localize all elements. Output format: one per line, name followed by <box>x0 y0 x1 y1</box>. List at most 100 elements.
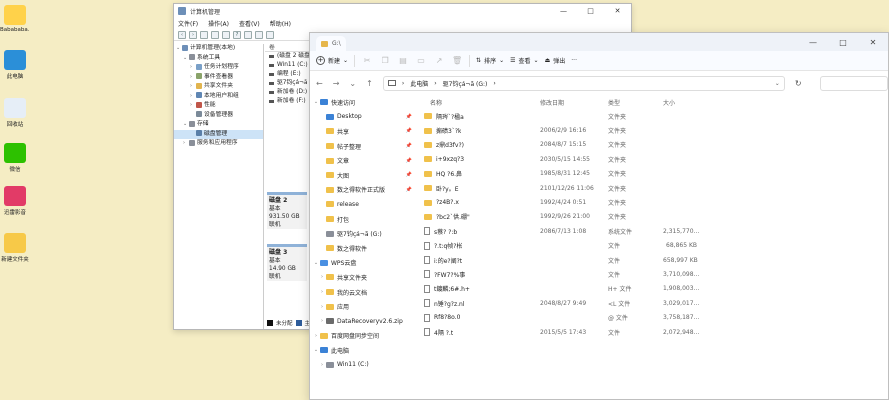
cut-icon[interactable]: ✂ <box>361 56 373 66</box>
menu-item[interactable]: 帮助(H) <box>270 19 291 28</box>
up-icon[interactable] <box>200 30 208 39</box>
refresh-icon[interactable]: ↻ <box>795 79 802 88</box>
chevron-icon[interactable]: › <box>318 318 326 324</box>
tree-item[interactable]: ⌄ 存储 <box>174 120 263 130</box>
tree-item[interactable]: › 事件查看器 <box>174 73 263 83</box>
refresh-icon[interactable] <box>244 30 252 39</box>
chevron-icon[interactable]: › <box>312 333 320 339</box>
nav-item[interactable]: › 我的云文档 <box>310 285 420 300</box>
desktop-icon[interactable]: 此电脑 <box>0 50 30 80</box>
menu-item[interactable]: 查看(V) <box>239 19 260 28</box>
close-button[interactable]: ✕ <box>858 38 888 47</box>
nav-item[interactable]: › DataRecoveryv2.6.zip <box>310 314 420 329</box>
maximize-button[interactable]: □ <box>828 38 858 47</box>
tree-item[interactable]: ⌄ 计算机管理(本地) <box>174 44 263 54</box>
file-row[interactable]: Rf8?8o.0 @ 文件 3,758,187... <box>420 310 888 324</box>
file-row[interactable]: ?FW7?%事 文件 3,710,098... <box>420 267 888 281</box>
tree-item[interactable]: 磁盘管理 <box>174 129 263 139</box>
rename-icon[interactable]: ▭ <box>415 56 427 66</box>
nav-item[interactable]: 数之得软件 <box>310 241 420 256</box>
desktop-icon[interactable]: 新建文件夹 <box>0 233 30 263</box>
column-date[interactable]: 修改日期 <box>540 98 608 107</box>
nav-item[interactable]: 打包 <box>310 212 420 227</box>
view-button[interactable]: ☰ 查看 ⌄ <box>510 56 538 65</box>
file-row[interactable]: s蔡? ?:b 2086/7/13 1:08 系统文件 2,315,770... <box>420 224 888 238</box>
tab-drive-g[interactable]: G:\ <box>316 36 346 51</box>
file-row[interactable]: z鼎d3fv?) 2084/8/7 15:15 文件夹 <box>420 138 888 152</box>
tree-item[interactable]: ⌄ 系统工具 <box>174 54 263 64</box>
back-arrow-icon[interactable]: ← <box>316 79 323 88</box>
file-row[interactable]: 卧?y。E 2101/12/26 11:06 文件夹 <box>420 181 888 195</box>
desktop-icon[interactable]: 迅雷影音 <box>0 186 30 216</box>
nav-item[interactable]: ⌄ 此电脑 <box>310 343 420 358</box>
copy-icon[interactable]: ❐ <box>379 56 391 66</box>
nav-item[interactable]: Desktop 📌 <box>310 110 420 125</box>
address-bar[interactable]: › 此电脑 › 驱7钧çá¬ã (G:) › ⌄ <box>382 75 785 91</box>
disk-3-info[interactable]: 磁盘 3 基本 14.90 GB 联机 <box>267 244 307 281</box>
nav-item[interactable]: › 应用 <box>310 299 420 314</box>
sort-button[interactable]: ⇅ 排序 ⌄ <box>476 56 504 65</box>
file-row[interactable]: 搧碛3`?k 2006/2/9 16:16 文件夹 <box>420 123 888 137</box>
nav-item[interactable]: › 共享文件夹 <box>310 270 420 285</box>
more-button[interactable]: ··· <box>571 57 577 64</box>
paste-icon[interactable]: ▤ <box>397 56 409 66</box>
file-row[interactable]: 4隔 ?.t 2015/5/5 17:43 文件 2,072,948... <box>420 325 888 339</box>
minimize-button[interactable]: — <box>550 7 577 15</box>
export-icon[interactable] <box>266 30 274 39</box>
tree-item[interactable]: › 性能 <box>174 101 263 111</box>
show-tree-icon[interactable] <box>211 30 219 39</box>
menu-item[interactable]: 文件(F) <box>178 19 198 28</box>
breadcrumb-this-pc[interactable]: 此电脑 <box>410 79 428 88</box>
delete-icon[interactable]: 🗑 <box>451 56 463 66</box>
file-row[interactable]: ?bc2`供.硼" 1992/9/26 21:00 文件夹 <box>420 210 888 224</box>
tree-item[interactable]: › 本地用户和组 <box>174 92 263 102</box>
tree-item[interactable]: › 任务计划程序 <box>174 63 263 73</box>
properties-icon[interactable] <box>222 30 230 39</box>
nav-item[interactable]: 帖子整理 📌 <box>310 139 420 154</box>
file-row[interactable]: ?.t:q帧?枨 文件 68,865 KB <box>420 239 888 253</box>
new-button[interactable]: + 新建 ⌄ <box>316 56 348 65</box>
desktop-icon[interactable]: 微信 <box>0 143 30 173</box>
column-type[interactable]: 类型 <box>608 98 663 107</box>
chevron-icon[interactable]: › <box>318 274 326 280</box>
breadcrumb-drive[interactable]: 驱7钧çá¬ã (G:) <box>443 79 488 88</box>
search-input[interactable] <box>819 75 888 91</box>
nav-item[interactable]: 大图 📌 <box>310 168 420 183</box>
maximize-button[interactable]: □ <box>577 7 604 15</box>
recent-chevron-icon[interactable]: ⌄ <box>349 79 356 88</box>
nav-item[interactable]: 文章 📌 <box>310 153 420 168</box>
desktop-icon[interactable]: 回收站 <box>0 98 30 128</box>
chevron-icon[interactable]: ⌄ <box>312 347 320 353</box>
file-row[interactable]: ?z4B?.x 1992/4/24 0:51 文件夹 <box>420 195 888 209</box>
nav-item[interactable]: release <box>310 197 420 212</box>
forward-arrow-icon[interactable]: → <box>333 79 340 88</box>
nav-item[interactable]: ⌄ 快速访问 <box>310 95 420 110</box>
chevron-icon[interactable]: ⌄ <box>312 260 320 266</box>
nav-item[interactable]: 数之得软件正式版 📌 <box>310 183 420 198</box>
tree-item[interactable]: › 共享文件夹 <box>174 82 263 92</box>
up-arrow-icon[interactable]: ↑ <box>366 79 373 88</box>
settings-icon[interactable] <box>255 30 263 39</box>
chevron-icon[interactable]: › <box>318 304 326 310</box>
share-icon[interactable]: ↗ <box>433 56 445 66</box>
chevron-icon[interactable]: › <box>318 289 326 295</box>
file-row[interactable]: 隔琌`?楹a 文件夹 <box>420 109 888 123</box>
nav-item[interactable]: › Win11 (C:) <box>310 358 420 373</box>
desktop-icon[interactable]: Babababa... <box>0 5 30 33</box>
address-dropdown-icon[interactable]: ⌄ <box>775 80 784 87</box>
nav-item[interactable]: 驱7钧çá¬ã (G:) <box>310 226 420 241</box>
forward-icon[interactable]: › <box>189 30 197 39</box>
back-icon[interactable]: ‹ <box>178 30 186 39</box>
close-button[interactable]: ✕ <box>604 7 631 15</box>
eject-button[interactable]: ⏏ 弹出 <box>545 56 566 65</box>
column-size[interactable]: 大小 <box>663 98 697 107</box>
file-row[interactable]: i+9xzq?3 2030/5/15 14:55 文件夹 <box>420 152 888 166</box>
file-row[interactable]: i:的e?阐?t 文件 658,997 KB <box>420 253 888 267</box>
tree-item[interactable]: 设备管理器 <box>174 111 263 121</box>
file-row[interactable]: HQ ?6.鼻 1985/8/31 12:45 文件夹 <box>420 167 888 181</box>
file-row[interactable]: n锤?g?z.nl 2048/8/27 9:49 <L 文件 3,029,017... <box>420 296 888 310</box>
help-icon[interactable]: ? <box>233 30 241 39</box>
menu-item[interactable]: 操作(A) <box>208 19 229 28</box>
chevron-icon[interactable]: ⌄ <box>312 99 320 105</box>
column-name[interactable]: 名称 <box>420 98 540 107</box>
